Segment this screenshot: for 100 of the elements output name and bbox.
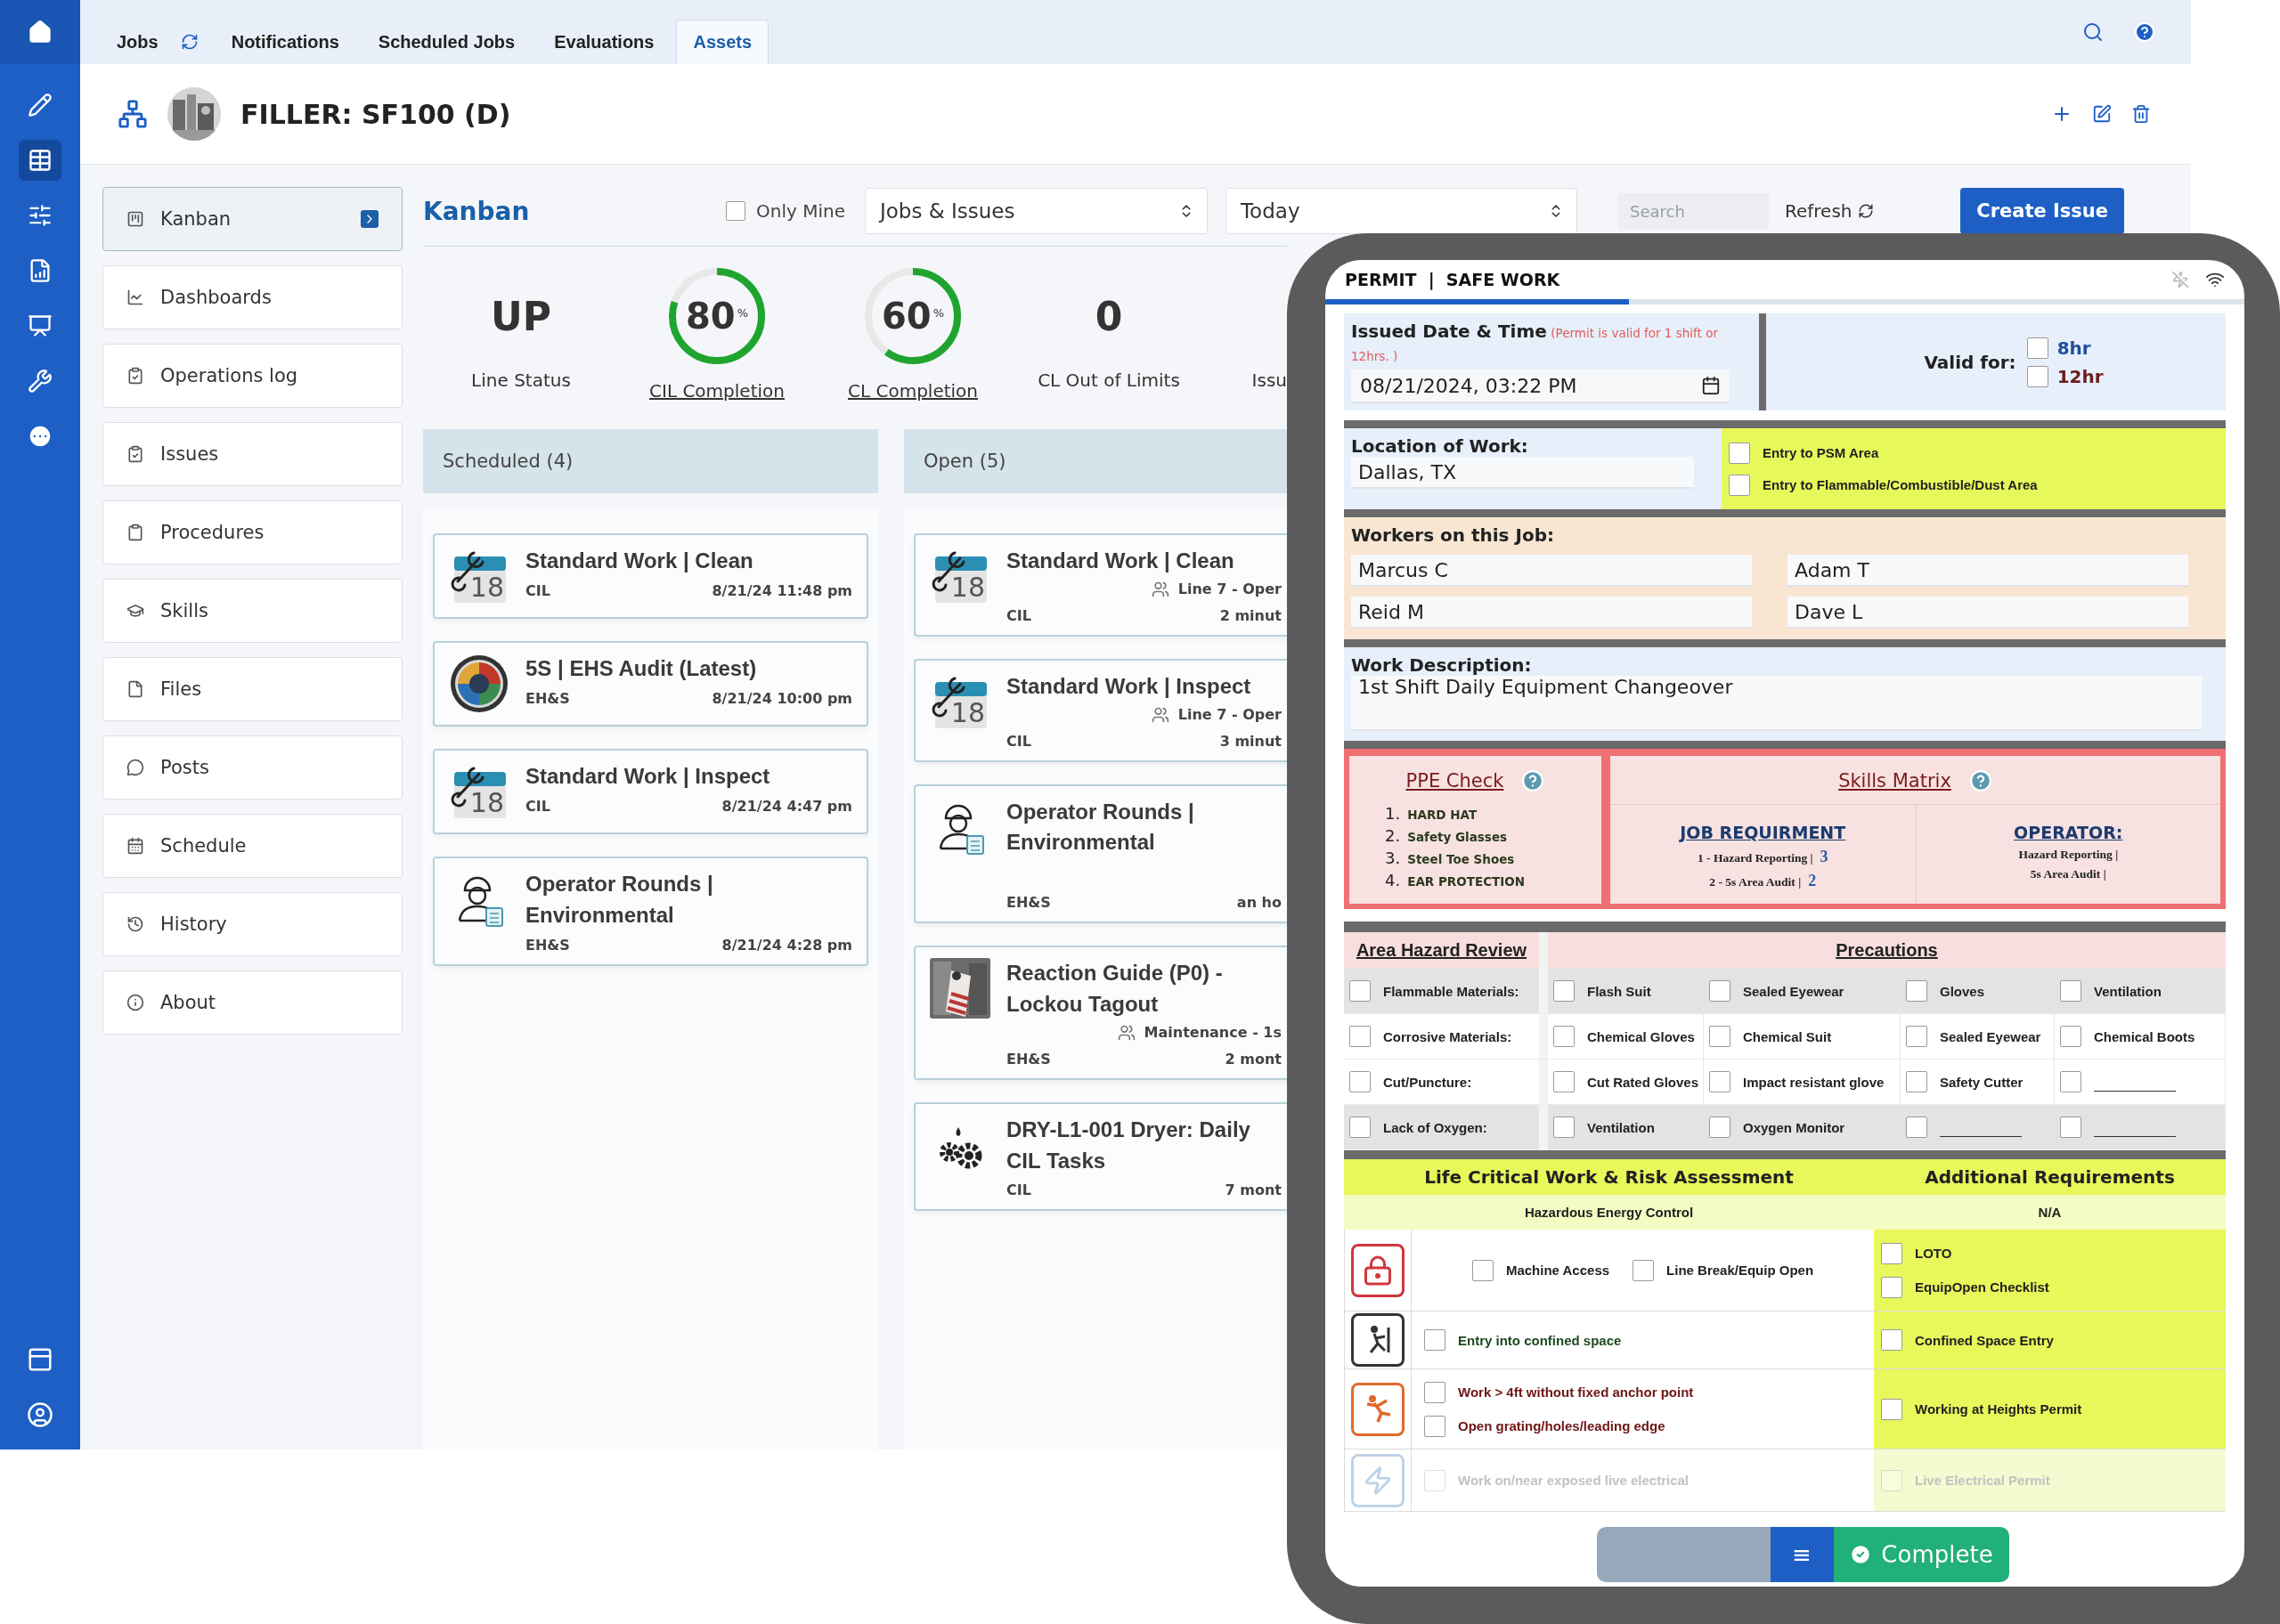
nav-tab[interactable]: Jobs <box>100 20 175 64</box>
sidebar-item[interactable]: Procedures <box>102 500 403 564</box>
skills-column-title: JOB REQUIRMENT <box>1680 823 1846 842</box>
stat-label: Line Status <box>471 369 571 391</box>
card-title: Standard Work | Inspect <box>525 763 771 790</box>
task-card[interactable]: DRY-L1-001 Dryer: Daily CIL Tasks CIL 7 mont <box>914 1101 1287 1212</box>
task-card[interactable]: Operator Rounds | Environmental EH&S 8/21/24 4:28 pm <box>433 857 868 966</box>
checkbox[interactable] <box>2060 1026 2081 1047</box>
worker-field[interactable]: Adam T <box>1787 555 2188 587</box>
worker-field[interactable]: Marcus C <box>1351 555 1752 587</box>
subheader-label: Hazardous Energy Control <box>1523 1205 1695 1220</box>
checkbox[interactable] <box>1729 474 1750 496</box>
dropdown[interactable]: Today <box>1225 188 1577 234</box>
checkbox[interactable] <box>1424 1329 1445 1351</box>
checkbox[interactable] <box>1349 1116 1371 1138</box>
task-card[interactable]: 18 Standard Work | Clean CIL 8/21/24 11:48 pm <box>433 533 868 619</box>
checkbox[interactable] <box>1709 1071 1730 1092</box>
task-card[interactable]: 18 Standard Work | Inspect CIL 8/21/24 4:47 pm <box>433 749 868 834</box>
checkbox[interactable] <box>726 201 745 221</box>
task-card[interactable]: 5S | EHS Audit (Latest) EH&S 8/21/24 10:00 pm <box>433 641 868 727</box>
dropdown[interactable]: Jobs & Issues <box>864 188 1208 234</box>
refresh-button[interactable]: Refresh <box>1779 199 1879 223</box>
checkbox[interactable] <box>1349 1071 1371 1092</box>
checkbox[interactable] <box>2026 365 2048 387</box>
nav-tab[interactable]: Evaluations <box>537 20 672 64</box>
checkbox[interactable] <box>2060 1071 2081 1092</box>
calendar-icon[interactable] <box>1701 376 1721 396</box>
table-icon[interactable] <box>19 140 61 181</box>
ppe-item: HARD HAT <box>1407 808 1478 822</box>
card-title: Operator Rounds | Environmental <box>525 871 714 929</box>
line-chart-icon <box>126 288 144 306</box>
checkbox[interactable] <box>1729 442 1750 464</box>
checkbox[interactable] <box>1553 1116 1575 1138</box>
edit-icon[interactable] <box>2092 103 2112 125</box>
description-field[interactable]: 1st Shift Daily Equipment Changeover <box>1351 676 2202 731</box>
help-icon[interactable] <box>1521 769 1545 792</box>
sidebar-item[interactable]: Operations log <box>102 344 403 408</box>
nav-tab[interactable]: Assets <box>676 20 770 64</box>
sidebar-item[interactable]: Posts <box>102 735 403 800</box>
checkbox[interactable] <box>1881 1398 1902 1420</box>
checkbox[interactable] <box>1424 1381 1445 1403</box>
skills-title[interactable]: Skills Matrix <box>1838 770 1951 792</box>
ppe-title[interactable]: PPE Check <box>1405 770 1504 792</box>
nav-tab[interactable]: Notifications <box>214 20 356 64</box>
checkbox[interactable] <box>1709 1116 1730 1138</box>
entry-label: Entry to Flammable/Combustible/Dust Area <box>1763 477 2038 492</box>
checkbox[interactable] <box>1906 1116 1927 1138</box>
checkbox[interactable] <box>1709 980 1730 1002</box>
help-icon[interactable] <box>1968 769 1992 792</box>
sidebar-item[interactable]: Skills <box>102 579 403 643</box>
task-card[interactable]: 18 Standard Work | Inspect Line 7 - Oper CIL 3 minut <box>914 658 1287 762</box>
worker-field[interactable]: Reid M <box>1351 597 1752 629</box>
hazard-label: Corrosive Materials: <box>1383 1028 1512 1044</box>
checkbox[interactable] <box>1881 1329 1902 1351</box>
sidebar-item[interactable]: History <box>102 892 403 956</box>
card-time: 2 mont <box>1225 1050 1282 1068</box>
stat-link[interactable]: CIL Completion <box>649 380 785 402</box>
checkbox[interactable] <box>2060 1116 2081 1138</box>
checkbox[interactable] <box>1906 1071 1927 1092</box>
sidebar-item[interactable]: Schedule <box>102 814 403 878</box>
worker-field[interactable]: Dave L <box>1787 597 2188 629</box>
checkbox[interactable] <box>1471 1259 1494 1281</box>
checkbox[interactable] <box>1349 980 1371 1002</box>
checkbox[interactable] <box>1906 1026 1927 1047</box>
trash-icon[interactable] <box>2131 103 2151 125</box>
checkbox[interactable] <box>1424 1415 1445 1437</box>
sidebar-item[interactable]: Issues <box>102 422 403 486</box>
stat-link[interactable]: CL Completion <box>848 380 978 402</box>
checkbox[interactable] <box>2026 337 2048 359</box>
nav-tab[interactable]: Scheduled Jobs <box>361 20 533 64</box>
checkbox[interactable] <box>1881 1276 1902 1298</box>
sidebar-item[interactable]: About <box>102 970 403 1035</box>
task-card[interactable]: 18 Standard Work | Clean Line 7 - Oper CIL 2 minut <box>914 533 1287 637</box>
hierarchy-icon[interactable] <box>118 99 148 129</box>
checkbox[interactable] <box>1349 1026 1371 1047</box>
checkbox[interactable] <box>1906 980 1927 1002</box>
search-icon[interactable] <box>2082 21 2104 43</box>
checkbox[interactable] <box>1881 1242 1902 1264</box>
card-title: DRY-L1-001 Dryer: Daily CIL Tasks <box>1006 1116 1251 1174</box>
sidebar-item[interactable]: Dashboards <box>102 265 403 329</box>
task-card[interactable]: Reaction Guide (P0) - Lockou Tagout Maintenance - 1s EH&S 2 mont <box>914 946 1287 1080</box>
help-icon[interactable] <box>2134 21 2155 43</box>
search-field[interactable]: Search <box>1616 193 1769 229</box>
sidebar-item[interactable]: Files <box>102 657 403 721</box>
menu-button[interactable]: ≡ <box>1770 1527 1834 1582</box>
clipboard-icon <box>126 524 144 541</box>
task-card[interactable]: Operator Rounds | Environmental EH&S an ho <box>914 784 1287 924</box>
sidebar-item[interactable]: Kanban <box>102 187 403 251</box>
checkbox[interactable] <box>2060 980 2081 1002</box>
date-field[interactable]: 08/21/2024, 03:22 PM <box>1351 369 1730 404</box>
checkbox[interactable] <box>1633 1259 1655 1281</box>
location-field[interactable]: Dallas, TX <box>1351 457 1694 489</box>
checkbox[interactable] <box>1709 1026 1730 1047</box>
create-issue-button[interactable]: Create Issue <box>1960 188 2124 234</box>
checkbox[interactable] <box>1553 980 1575 1002</box>
checkbox[interactable] <box>1553 1071 1575 1092</box>
card-tag: EH&S <box>1006 894 1051 912</box>
card-tag: EH&S <box>525 936 570 954</box>
checkbox[interactable] <box>1553 1026 1575 1047</box>
sidebar-label: Kanban <box>160 208 232 230</box>
